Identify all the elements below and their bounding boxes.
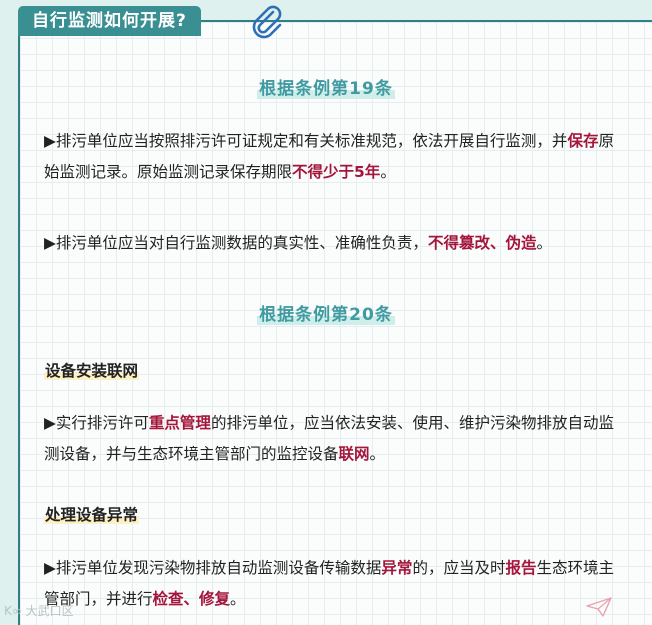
paragraph-handle-anomaly: ▶排污单位发现污染物排放自动监测设备传输数据异常的，应当及时报告生态环境主管部门… xyxy=(44,559,614,608)
paperclip-icon xyxy=(252,5,282,39)
subhead-handle-anomaly: 处理设备异常 xyxy=(44,506,140,524)
subhead-equipment-networking: 设备安装联网 xyxy=(44,362,140,380)
page-title: 自行监测如何开展? xyxy=(18,6,201,36)
paragraph-data-authenticity: ▶排污单位应当对自行监测数据的真实性、准确性负责，不得篡改、伪造。 xyxy=(44,234,552,252)
paper-plane-icon xyxy=(586,597,612,617)
section-heading-19: 根据条例第19条 xyxy=(257,79,395,99)
paragraph-retain-records: ▶排污单位应当按照排污许可证规定和有关标准规范，依法开展自行监测，并保存原始监测… xyxy=(44,132,614,181)
watermark: K∞ 大武口区 xyxy=(4,604,74,618)
paragraph-equipment-networking: ▶实行排污许可重点管理的排污单位，应当依法安装、使用、维护污染物排放自动监测设备… xyxy=(44,414,614,463)
section-heading-20: 根据条例第20条 xyxy=(257,305,395,325)
